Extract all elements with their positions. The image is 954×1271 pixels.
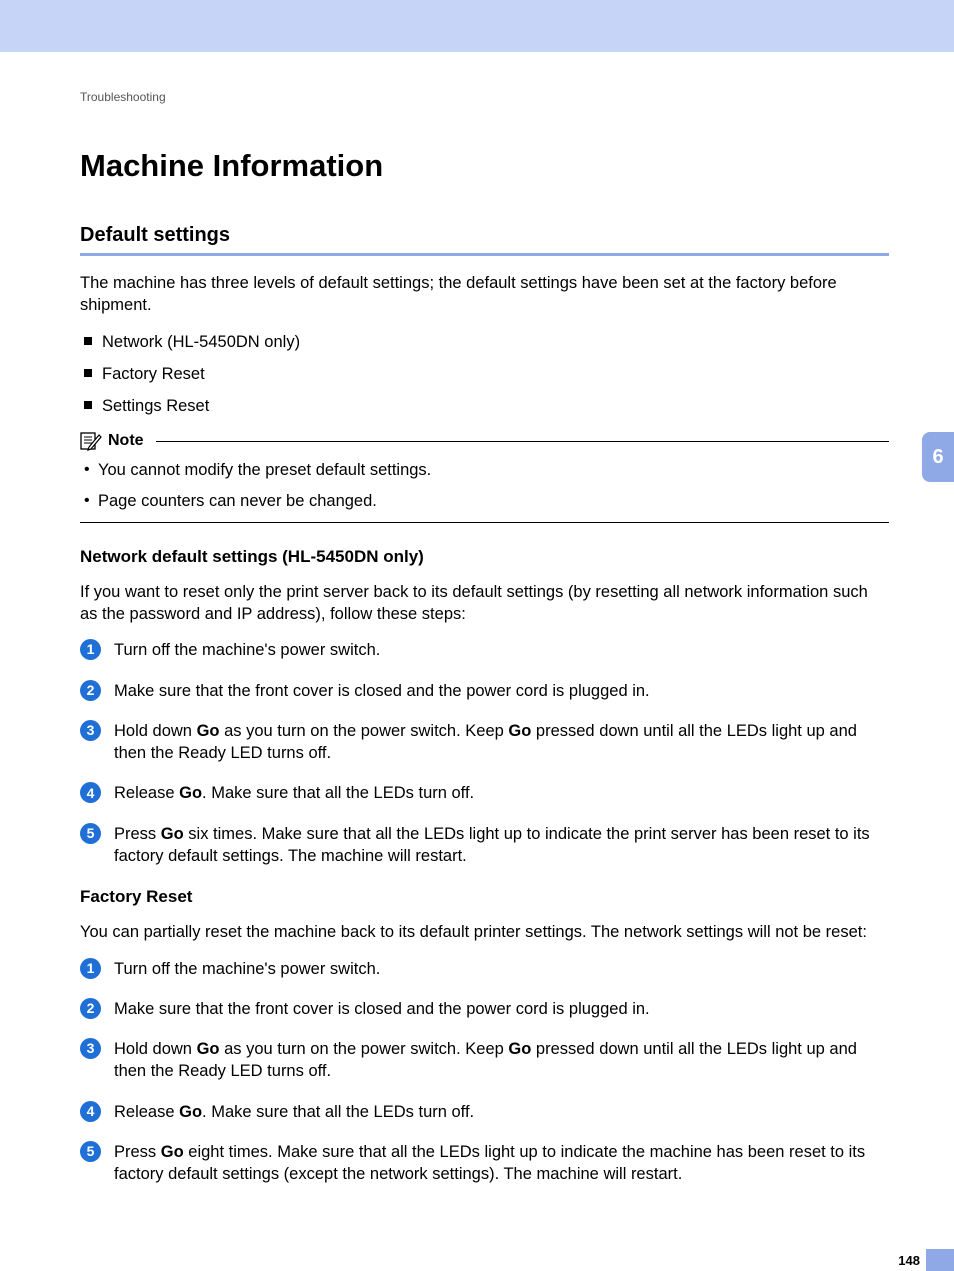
step-text: Make sure that the front cover is closed… bbox=[114, 682, 650, 700]
footer-accent-block bbox=[926, 1249, 954, 1271]
step-item: 2 Make sure that the front cover is close… bbox=[80, 998, 889, 1020]
list-item: Factory Reset bbox=[80, 363, 889, 385]
step-text: Turn off the machine's power switch. bbox=[114, 641, 380, 659]
top-bar bbox=[0, 0, 954, 52]
step-number-icon: 3 bbox=[80, 1038, 101, 1059]
step-item: 2 Make sure that the front cover is close… bbox=[80, 680, 889, 702]
subsection-heading-factory: Factory Reset bbox=[80, 887, 889, 907]
step-text: Turn off the machine's power switch. bbox=[114, 960, 380, 978]
step-item: 1 Turn off the machine's power switch. bbox=[80, 958, 889, 980]
step-number-icon: 5 bbox=[80, 1141, 101, 1162]
page-content: Troubleshooting Machine Information Defa… bbox=[0, 52, 954, 1185]
pencil-note-icon bbox=[80, 431, 102, 451]
step-item: 4 Release Go. Make sure that all the LEDs… bbox=[80, 1101, 889, 1123]
heading-rule bbox=[80, 253, 889, 256]
step-number-icon: 4 bbox=[80, 1101, 101, 1122]
step-number-icon: 3 bbox=[80, 720, 101, 741]
step-number-icon: 5 bbox=[80, 823, 101, 844]
step-number-icon: 1 bbox=[80, 958, 101, 979]
step-number-icon: 1 bbox=[80, 639, 101, 660]
list-item: Network (HL-5450DN only) bbox=[80, 331, 889, 353]
step-item: 1 Turn off the machine's power switch. bbox=[80, 639, 889, 661]
breadcrumb: Troubleshooting bbox=[80, 90, 889, 104]
network-reset-steps: 1 Turn off the machine's power switch. 2M… bbox=[80, 639, 889, 867]
step-text: Hold down Go as you turn on the power sw… bbox=[114, 722, 857, 762]
note-bottom-rule bbox=[80, 522, 889, 523]
chapter-tab: 6 bbox=[922, 432, 954, 482]
subsection-intro: If you want to reset only the print serv… bbox=[80, 581, 889, 626]
step-number-icon: 2 bbox=[80, 680, 101, 701]
step-item: 3 Hold down Go as you turn on the power s… bbox=[80, 1038, 889, 1083]
note-item: You cannot modify the preset default set… bbox=[80, 459, 889, 481]
settings-levels-list: Network (HL-5450DN only) Factory Reset S… bbox=[80, 331, 889, 418]
step-text: Press Go eight times. Make sure that all… bbox=[114, 1143, 865, 1183]
note-item: Page counters can never be changed. bbox=[80, 490, 889, 512]
subsection-heading-network: Network default settings (HL-5450DN only… bbox=[80, 547, 889, 567]
step-item: 5 Press Go eight times. Make sure that al… bbox=[80, 1141, 889, 1186]
note-rule bbox=[156, 441, 889, 442]
page-title: Machine Information bbox=[80, 148, 889, 184]
page-number: 148 bbox=[898, 1253, 920, 1268]
step-number-icon: 4 bbox=[80, 782, 101, 803]
section-intro: The machine has three levels of default … bbox=[80, 272, 889, 317]
note-block: Note You cannot modify the preset defaul… bbox=[80, 431, 889, 523]
section-heading-default-settings: Default settings bbox=[80, 224, 889, 247]
factory-reset-steps: 1 Turn off the machine's power switch. 2M… bbox=[80, 958, 889, 1186]
step-text: Hold down Go as you turn on the power sw… bbox=[114, 1040, 857, 1080]
step-text: Make sure that the front cover is closed… bbox=[114, 1000, 650, 1018]
step-item: 4 Release Go. Make sure that all the LEDs… bbox=[80, 782, 889, 804]
page-footer: 148 bbox=[898, 1249, 954, 1271]
list-item: Settings Reset bbox=[80, 395, 889, 417]
step-text: Release Go. Make sure that all the LEDs … bbox=[114, 784, 474, 802]
step-item: 3 Hold down Go as you turn on the power s… bbox=[80, 720, 889, 765]
step-text: Press Go six times. Make sure that all t… bbox=[114, 825, 870, 865]
note-items: You cannot modify the preset default set… bbox=[80, 459, 889, 512]
subsection-intro: You can partially reset the machine back… bbox=[80, 921, 889, 943]
step-item: 5 Press Go six times. Make sure that all … bbox=[80, 823, 889, 868]
note-label: Note bbox=[108, 432, 144, 450]
step-number-icon: 2 bbox=[80, 998, 101, 1019]
step-text: Release Go. Make sure that all the LEDs … bbox=[114, 1103, 474, 1121]
